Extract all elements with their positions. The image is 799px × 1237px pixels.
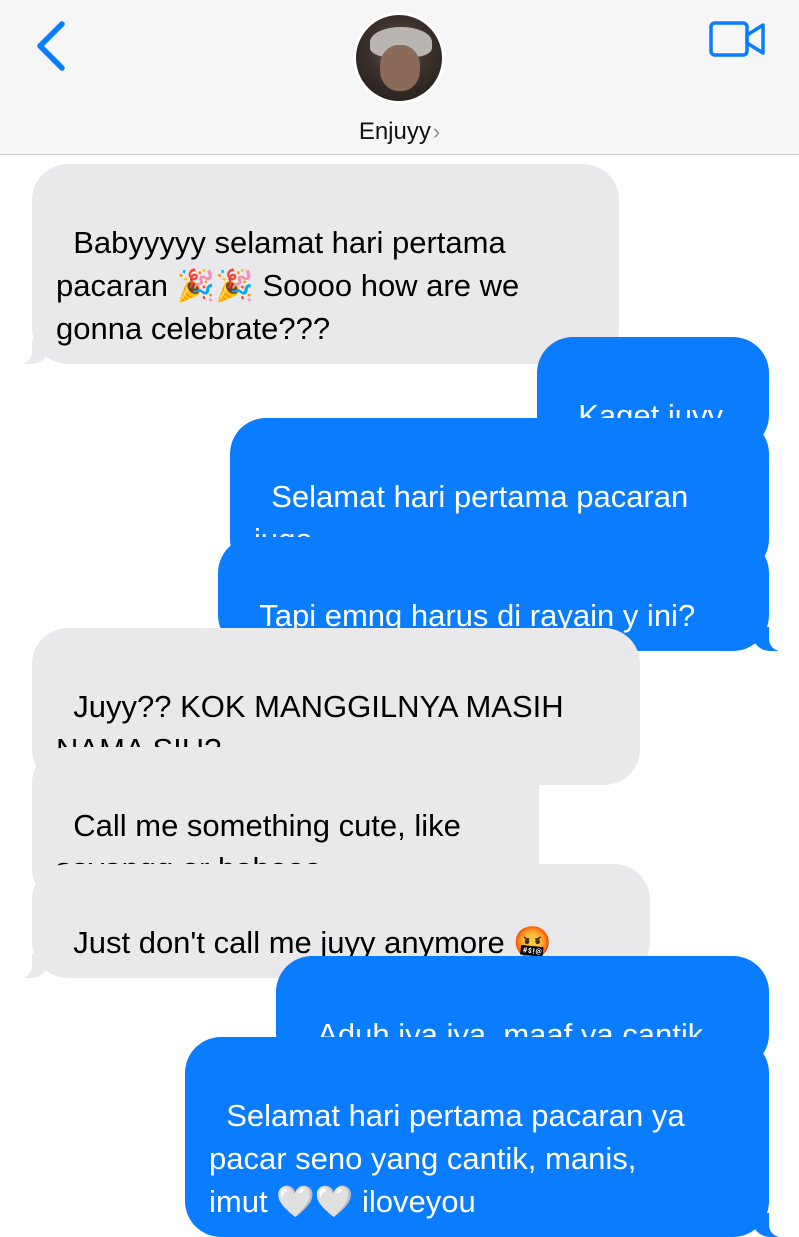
- video-camera-icon: [709, 21, 765, 57]
- contact-name-button[interactable]: Enjuyy›: [0, 118, 799, 146]
- contact-name: Enjuyy: [358, 118, 431, 145]
- message-bubble-outgoing[interactable]: Selamat hari pertama pacaran ya pacar se…: [185, 1037, 789, 1237]
- chevron-left-icon: [37, 21, 65, 71]
- message-text: Babyyyyy selamat hari pertama pacaran 🎉🎉…: [56, 225, 520, 346]
- facetime-video-button[interactable]: [708, 18, 768, 60]
- back-button[interactable]: [28, 20, 72, 72]
- conversation-header: Enjuyy›: [0, 0, 799, 155]
- message-text: Selamat hari pertama pacaran ya pacar se…: [209, 1098, 685, 1219]
- avatar[interactable]: [353, 12, 445, 104]
- chevron-right-icon: ›: [432, 119, 441, 144]
- message-bubble-incoming[interactable]: Babyyyyy selamat hari pertama pacaran 🎉🎉…: [12, 164, 619, 364]
- message-text: Just don't call me juyy anymore 🤬: [73, 925, 552, 960]
